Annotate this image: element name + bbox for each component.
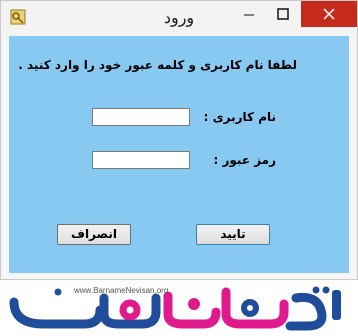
login-window: ورود لطفا نام کاربری و کلمه عبور خود را … xyxy=(0,0,358,280)
cancel-button[interactable]: انصراف xyxy=(57,224,131,245)
form-client-area: لطفا نام کاربری و کلمه عبور خود را وارد … xyxy=(9,36,349,273)
username-label: نام کاربری : xyxy=(203,110,276,124)
password-input[interactable] xyxy=(92,151,190,169)
password-label: رمز عبور : xyxy=(213,153,276,167)
maximize-button[interactable] xyxy=(266,1,300,27)
login-prompt: لطفا نام کاربری و کلمه عبور خود را وارد … xyxy=(18,58,297,72)
ok-button[interactable]: تایید xyxy=(196,224,270,245)
close-icon xyxy=(323,8,335,20)
username-input[interactable] xyxy=(92,108,190,126)
logo-url: www.BarnameNevisan.org xyxy=(74,286,169,295)
title-bar[interactable]: ورود xyxy=(1,1,357,35)
minimize-button[interactable] xyxy=(232,1,266,27)
logo-graphic xyxy=(9,286,341,331)
barnamenevisan-logo: www.BarnameNevisan.org xyxy=(0,280,358,332)
close-button[interactable] xyxy=(301,1,357,27)
